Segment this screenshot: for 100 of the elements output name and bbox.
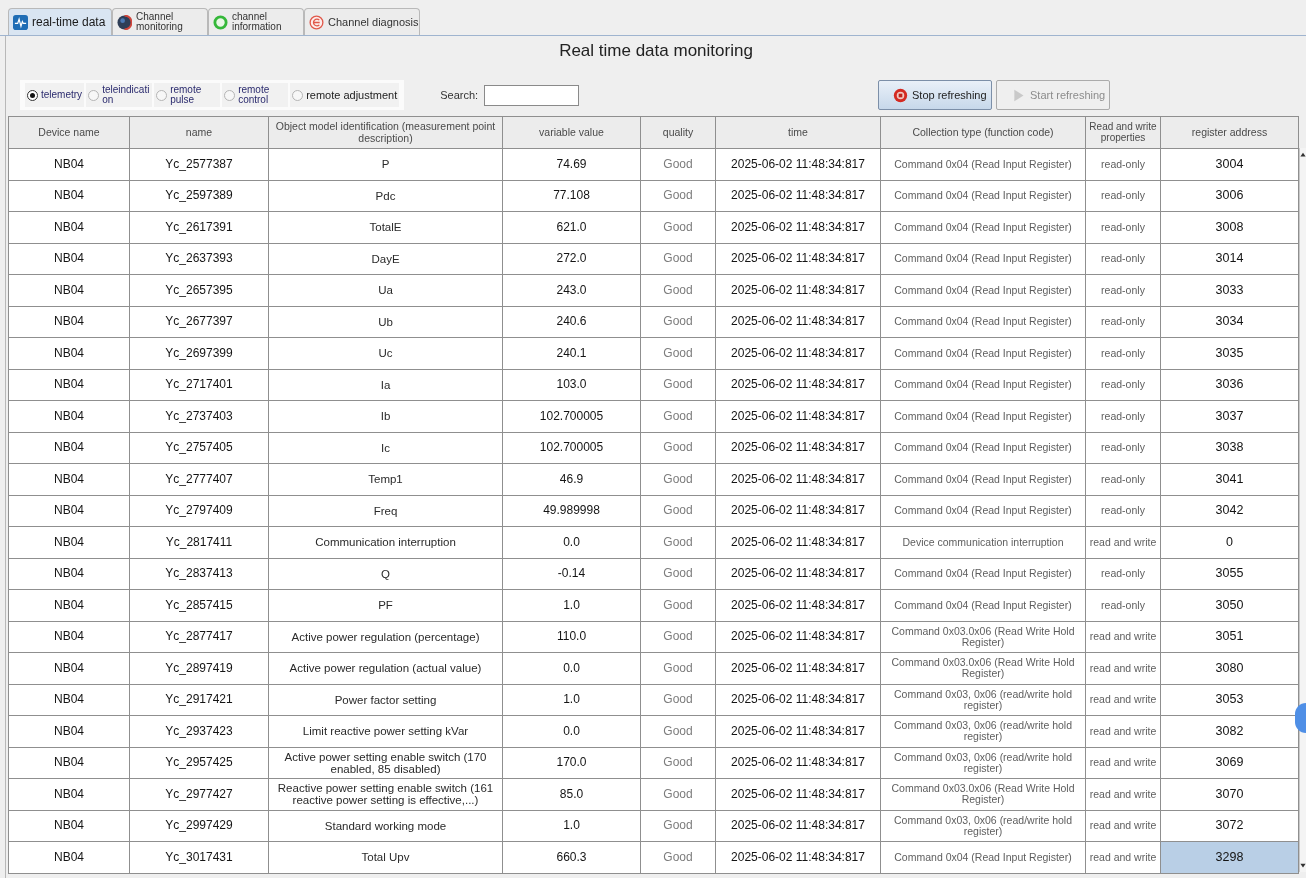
radio-option[interactable]: remote control — [222, 83, 289, 107]
column-header[interactable]: name — [129, 116, 269, 149]
scrollbar[interactable] — [1299, 148, 1306, 872]
table-cell: 3033 — [1160, 274, 1299, 306]
table-cell: read-only — [1085, 306, 1161, 338]
table-cell: Command 0x03, 0x06 (read/write hold register) — [880, 715, 1086, 747]
table-cell: 2025-06-02 11:48:34:817 — [715, 243, 881, 275]
table-cell: Command 0x03.0x06 (Read Write Hold Register) — [880, 652, 1086, 684]
table-cell: NB04 — [8, 495, 130, 527]
table-cell: 2025-06-02 11:48:34:817 — [715, 558, 881, 590]
table-cell: Yc_2997429 — [129, 810, 269, 842]
table-cell: NB04 — [8, 684, 130, 716]
table-cell: read-only — [1085, 369, 1161, 401]
table-cell: Good — [640, 778, 716, 810]
column-header[interactable]: variable value — [502, 116, 641, 149]
table-cell: read and write — [1085, 526, 1161, 558]
table-cell: read-only — [1085, 400, 1161, 432]
table-cell: NB04 — [8, 526, 130, 558]
table-cell: Command 0x04 (Read Input Register) — [880, 558, 1086, 590]
stop-icon — [893, 87, 908, 103]
column-header[interactable]: Collection type (function code) — [880, 116, 1086, 149]
column-header[interactable]: time — [715, 116, 881, 149]
table-cell: Uc — [268, 337, 503, 369]
table-cell: Freq — [268, 495, 503, 527]
tab[interactable]: Channel monitoring — [112, 8, 208, 35]
table-cell: NB04 — [8, 243, 130, 275]
table-cell: NB04 — [8, 715, 130, 747]
table-cell: Command 0x04 (Read Input Register) — [880, 495, 1086, 527]
table-cell: NB04 — [8, 148, 130, 180]
table-cell: Yc_2577387 — [129, 148, 269, 180]
table-cell: 660.3 — [502, 841, 641, 873]
table-cell: Yc_2657395 — [129, 274, 269, 306]
table-cell: Ua — [268, 274, 503, 306]
table-cell: Yc_2897419 — [129, 652, 269, 684]
floating-handle-icon[interactable] — [1295, 703, 1306, 733]
table-cell: 3036 — [1160, 369, 1299, 401]
radio-option[interactable]: remote adjustment — [290, 83, 400, 107]
table-cell: Active power regulation (actual value) — [268, 652, 503, 684]
table-cell: 0.0 — [502, 652, 641, 684]
stop-refresh-button[interactable]: Stop refreshing — [878, 80, 992, 110]
table-cell: Q — [268, 558, 503, 590]
tab[interactable]: channel information — [208, 8, 304, 35]
table-cell: 3014 — [1160, 243, 1299, 275]
table-cell: 74.69 — [502, 148, 641, 180]
table-cell: Limit reactive power setting kVar — [268, 715, 503, 747]
table-cell: read and write — [1085, 841, 1161, 873]
table-cell: 2025-06-02 11:48:34:817 — [715, 621, 881, 653]
table-cell: Active power setting enable switch (170 enabled, 85 disabled) — [268, 747, 503, 779]
table-cell: 2025-06-02 11:48:34:817 — [715, 747, 881, 779]
table-cell: Command 0x04 (Read Input Register) — [880, 180, 1086, 212]
table-cell: Command 0x03.0x06 (Read Write Hold Register) — [880, 621, 1086, 653]
table-cell: read-only — [1085, 148, 1161, 180]
table-cell: 2025-06-02 11:48:34:817 — [715, 180, 881, 212]
table-cell: Good — [640, 180, 716, 212]
table-cell: DayE — [268, 243, 503, 275]
table-cell: 85.0 — [502, 778, 641, 810]
column-header[interactable]: Device name — [8, 116, 130, 149]
column-header[interactable]: Object model identification (measurement point description) — [268, 116, 503, 149]
table-cell: 3041 — [1160, 463, 1299, 495]
column-header[interactable]: register address — [1160, 116, 1299, 149]
table-cell: 3070 — [1160, 778, 1299, 810]
table-cell: 2025-06-02 11:48:34:817 — [715, 841, 881, 873]
radio-option[interactable]: telemetry — [25, 83, 85, 107]
column-header[interactable]: Read and write properties — [1085, 116, 1161, 149]
table-cell: Reactive power setting enable switch (161 reactive power setting is effective,...) — [268, 778, 503, 810]
radio-option[interactable]: remote pulse — [154, 83, 221, 107]
table-cell: Command 0x03, 0x06 (read/write hold register) — [880, 747, 1086, 779]
search-field[interactable] — [484, 84, 580, 106]
play-icon — [1011, 87, 1026, 103]
table-cell: Yc_2777407 — [129, 463, 269, 495]
table-cell: Good — [640, 715, 716, 747]
table-cell: 77.108 — [502, 180, 641, 212]
table-cell: 3035 — [1160, 337, 1299, 369]
radio-option[interactable]: teleindication — [86, 83, 153, 107]
table-cell: 3050 — [1160, 589, 1299, 621]
table-cell: Yc_2817411 — [129, 526, 269, 558]
table-cell: 0.0 — [502, 715, 641, 747]
table-cell: Communication interruption — [268, 526, 503, 558]
table-cell: Good — [640, 432, 716, 464]
table-cell: 2025-06-02 11:48:34:817 — [715, 810, 881, 842]
table-cell: 1.0 — [502, 589, 641, 621]
table-cell: Total Upv — [268, 841, 503, 873]
table-cell: 2025-06-02 11:48:34:817 — [715, 369, 881, 401]
table-cell: Good — [640, 369, 716, 401]
tab[interactable]: real-time data — [8, 8, 112, 35]
table-cell: Good — [640, 589, 716, 621]
table-cell: NB04 — [8, 652, 130, 684]
table-cell: read-only — [1085, 243, 1161, 275]
table-cell: read-only — [1085, 589, 1161, 621]
table-cell: 2025-06-02 11:48:34:817 — [715, 463, 881, 495]
table-cell: Yc_2877417 — [129, 621, 269, 653]
tab[interactable]: Channel diagnosis — [304, 8, 420, 35]
table-cell: NB04 — [8, 463, 130, 495]
table-cell: Good — [640, 652, 716, 684]
arrow-up-icon — [1300, 152, 1306, 157]
table-cell: Yc_2677397 — [129, 306, 269, 338]
column-header[interactable]: quality — [640, 116, 716, 149]
table-cell: Good — [640, 243, 716, 275]
table-cell: 3042 — [1160, 495, 1299, 527]
table-cell: Good — [640, 747, 716, 779]
